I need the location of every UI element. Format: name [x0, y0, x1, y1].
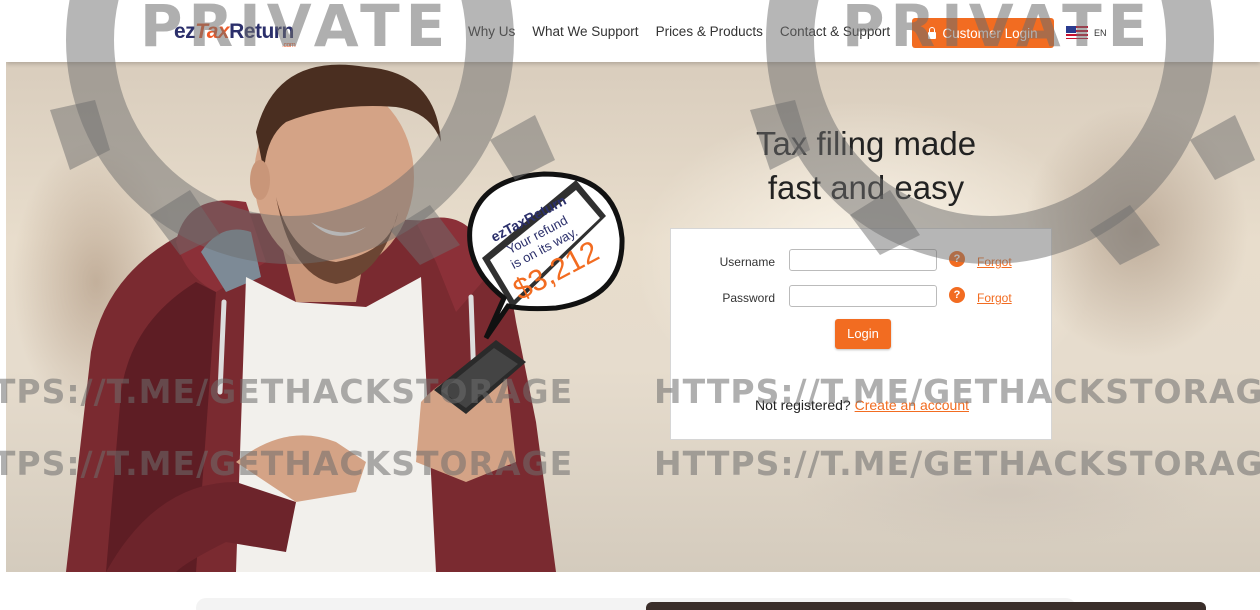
password-row: Password ? Forgot [671, 285, 1053, 311]
language-selector[interactable]: EN [1066, 26, 1107, 39]
main-nav: Why Us What We Support Prices & Products… [468, 24, 907, 39]
customer-login-label: Customer Login [942, 25, 1038, 41]
next-section-preview [6, 572, 1260, 610]
forgot-username-link[interactable]: Forgot [977, 255, 1012, 269]
hero-section: ezTaxReturn Your refund is on its way. $… [6, 62, 1260, 572]
logo-tax: Tax [195, 20, 230, 43]
register-prompt: Not registered? Create an account [671, 397, 1053, 413]
page: ezTaxReturn .com Why Us What We Support … [6, 6, 1260, 610]
logo-dotcom: .com [282, 42, 296, 49]
headline-line-1: Tax filing made [755, 125, 977, 162]
create-account-link[interactable]: Create an account [855, 397, 969, 413]
username-input[interactable] [789, 249, 937, 271]
username-row: Username ? Forgot [671, 249, 1053, 275]
preview-image [646, 602, 1206, 610]
username-help-icon[interactable]: ? [949, 251, 965, 267]
ez-tax-return-logo[interactable]: ezTaxReturn .com [174, 20, 296, 49]
lock-icon [928, 26, 937, 39]
password-input[interactable] [789, 285, 937, 307]
us-flag-icon [1066, 26, 1088, 39]
refund-speech-bubble: ezTaxReturn Your refund is on its way. $… [467, 171, 625, 340]
password-help-icon[interactable]: ? [949, 287, 965, 303]
nav-why-us[interactable]: Why Us [468, 24, 515, 39]
login-submit-button[interactable]: Login [835, 319, 891, 349]
customer-login-button[interactable]: Customer Login [912, 18, 1054, 48]
headline-line-2: fast and easy [767, 169, 965, 206]
password-label: Password [722, 291, 775, 305]
nav-what-we-support[interactable]: What We Support [532, 24, 638, 39]
login-form: Username ? Forgot Password ? Forgot Logi… [670, 228, 1052, 440]
language-label: EN [1094, 27, 1107, 38]
logo-ez: ez [174, 20, 196, 43]
logo-return: Return [229, 20, 294, 43]
site-header: ezTaxReturn .com Why Us What We Support … [6, 6, 1260, 62]
not-registered-text: Not registered? [754, 397, 851, 413]
nav-contact-support[interactable]: Contact & Support [780, 24, 890, 39]
nav-prices-products[interactable]: Prices & Products [656, 24, 763, 39]
hero-headline: Tax filing made fast and easy [686, 122, 1046, 210]
username-label: Username [719, 255, 775, 269]
forgot-password-link[interactable]: Forgot [977, 291, 1012, 305]
